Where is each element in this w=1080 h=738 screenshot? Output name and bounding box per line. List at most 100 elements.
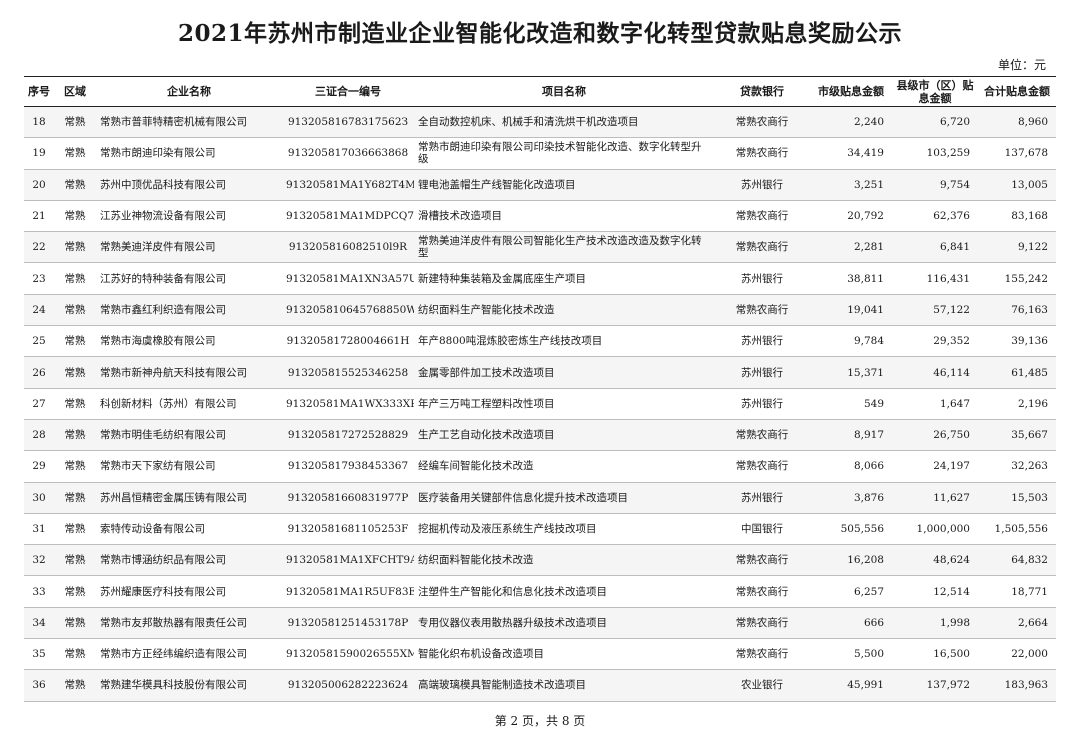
region-cell: 常熟 [54, 106, 96, 139]
company-name-cell: 索特传动设备有限公司 [96, 513, 282, 546]
company-name-cell: 苏州中顶优品科技有限公司 [96, 169, 282, 201]
company-name-cell: 江苏业神物流设备有限公司 [96, 200, 282, 233]
credit-code-cell: 91320581MA1R5UF83E [282, 575, 414, 608]
header-cell: 合计贴息金额 [978, 76, 1056, 107]
project-name-cell: 注塑件生产智能化和信息化技术改造项目 [414, 575, 714, 608]
table-row: 29 常熟 常熟市天下家纺有限公司 913205817938453367 经编车间智能化… [24, 450, 1056, 483]
credit-code-cell: 91320581681105253F [282, 513, 414, 546]
table-row: 35 常熟 常熟市方正经纬编织造有限公司 91320581590026555XM 智能化… [24, 638, 1056, 671]
region-cell: 常熟 [54, 388, 96, 420]
project-name-cell: 锂电池盖帽生产线智能化改造项目 [414, 169, 714, 201]
city-subsidy-cell: 3,251 [810, 169, 892, 201]
credit-code-cell: 91320581MA1MDPCQ71 [282, 200, 414, 233]
region-cell: 常熟 [54, 450, 96, 483]
city-subsidy-cell: 9,784 [810, 325, 892, 358]
company-name-cell: 常熟美迪洋皮件有限公司 [96, 231, 282, 264]
total-subsidy-cell: 61,485 [978, 356, 1056, 389]
total-subsidy-cell: 22,000 [978, 638, 1056, 671]
total-subsidy-cell: 83,168 [978, 200, 1056, 233]
county-subsidy-cell: 6,841 [892, 231, 978, 264]
project-name-cell: 专用仪器仪表用散热器升级技术改造项目 [414, 607, 714, 640]
company-name-cell: 常熟市方正经纬编织造有限公司 [96, 638, 282, 671]
company-name-cell: 常熟市鑫红利织造有限公司 [96, 294, 282, 327]
project-name-cell: 高端玻璃模具智能制造技术改造项目 [414, 669, 714, 702]
company-name-cell: 苏州耀康医疗科技有限公司 [96, 575, 282, 608]
project-name-cell: 新建特种集装箱及金属底座生产项目 [414, 262, 714, 295]
region-cell: 常熟 [54, 607, 96, 640]
table-row: 31 常熟 索特传动设备有限公司 91320581681105253F 挖掘机传动及液压… [24, 513, 1056, 546]
header-cell: 序号 [24, 76, 54, 107]
credit-code-cell: 913205815525346258 [282, 356, 414, 389]
row-number-cell: 28 [24, 419, 54, 452]
bank-cell: 苏州银行 [714, 388, 810, 420]
city-subsidy-cell: 3,876 [810, 482, 892, 514]
project-name-cell: 滑槽技术改造项目 [414, 200, 714, 233]
region-cell: 常熟 [54, 262, 96, 295]
city-subsidy-cell: 5,500 [810, 638, 892, 671]
bank-cell: 农业银行 [714, 669, 810, 702]
header-cell: 企业名称 [96, 76, 282, 107]
project-name-cell: 经编车间智能化技术改造 [414, 450, 714, 483]
bank-cell: 常熟农商行 [714, 106, 810, 139]
company-name-cell: 常熟市天下家纺有限公司 [96, 450, 282, 483]
city-subsidy-cell: 2,281 [810, 231, 892, 264]
city-subsidy-cell: 2,240 [810, 106, 892, 139]
region-cell: 常熟 [54, 356, 96, 389]
county-subsidy-cell: 24,197 [892, 450, 978, 483]
region-cell: 常熟 [54, 575, 96, 608]
credit-code-cell: 913205817272528829 [282, 419, 414, 452]
table-row: 19 常熟 常熟市朗迪印染有限公司 913205817036663868 常熟市朗迪印染… [24, 137, 1056, 170]
county-subsidy-cell: 62,376 [892, 200, 978, 233]
bank-cell: 常熟农商行 [714, 544, 810, 577]
table-row: 21 常熟 江苏业神物流设备有限公司 91320581MA1MDPCQ71 滑槽技术改造… [24, 200, 1056, 233]
credit-code-cell: 91320581MA1WX333XR [282, 388, 414, 420]
company-name-cell: 常熟市海虞橡胶有限公司 [96, 325, 282, 358]
bank-cell: 苏州银行 [714, 325, 810, 358]
company-name-cell: 常熟市明佳毛纺织有限公司 [96, 419, 282, 452]
county-subsidy-cell: 6,720 [892, 106, 978, 139]
table-header-row: 序号 区域 企业名称 三证合一编号 项目名称 贷款银行 市级贴息金额 县级市（区… [24, 76, 1056, 107]
row-number-cell: 29 [24, 450, 54, 483]
county-subsidy-cell: 9,754 [892, 169, 978, 201]
table-row: 18 常熟 常熟市普菲特精密机械有限公司 91320581678317562З 全自动数… [24, 106, 1056, 139]
row-number-cell: 25 [24, 325, 54, 358]
company-name-cell: 常熟建华模具科技股份有限公司 [96, 669, 282, 702]
row-number-cell: 26 [24, 356, 54, 389]
row-number-cell: 22 [24, 231, 54, 264]
row-number-cell: 34 [24, 607, 54, 640]
row-number-cell: 24 [24, 294, 54, 327]
project-name-cell: 纺织面料生产智能化技术改造 [414, 294, 714, 327]
total-subsidy-cell: 18,771 [978, 575, 1056, 608]
county-subsidy-cell: 116,431 [892, 262, 978, 295]
project-name-cell: 挖掘机传动及液压系统生产线技改项目 [414, 513, 714, 546]
header-cell: 项目名称 [414, 76, 714, 107]
county-subsidy-cell: 48,624 [892, 544, 978, 577]
region-cell: 常熟 [54, 482, 96, 514]
company-name-cell: 科创新材料（苏州）有限公司 [96, 388, 282, 420]
bank-cell: 常熟农商行 [714, 294, 810, 327]
bank-cell: 常熟农商行 [714, 638, 810, 671]
row-number-cell: 27 [24, 388, 54, 420]
total-subsidy-cell: 2,196 [978, 388, 1056, 420]
total-subsidy-cell: 32,263 [978, 450, 1056, 483]
region-cell: 常熟 [54, 325, 96, 358]
city-subsidy-cell: 45,991 [810, 669, 892, 702]
row-number-cell: 35 [24, 638, 54, 671]
table-row: 20 常熟 苏州中顶优品科技有限公司 91320581MA1Y682T4M 锂电池盖帽生… [24, 169, 1056, 201]
total-subsidy-cell: 15,503 [978, 482, 1056, 514]
table-row: 24 常熟 常熟市鑫红利织造有限公司 913205810645768850W 纺织面料生… [24, 294, 1056, 327]
row-number-cell: 33 [24, 575, 54, 608]
region-cell: 常熟 [54, 638, 96, 671]
credit-code-cell: 91320581MA1XN3A57U [282, 262, 414, 295]
total-subsidy-cell: 1,505,556 [978, 513, 1056, 546]
bank-cell: 常熟农商行 [714, 200, 810, 233]
total-subsidy-cell: 64,832 [978, 544, 1056, 577]
project-name-cell: 医疗装备用关键部件信息化提升技术改造项目 [414, 482, 714, 514]
document-page: 2021年苏州市制造业企业智能化改造和数字化转型贷款贴息奖励公示 单位：元 序号… [0, 0, 1080, 738]
table-row: 25 常熟 常熟市海虞橡胶有限公司 91320581728004661H 年产8800吨… [24, 325, 1056, 358]
region-cell: 常熟 [54, 513, 96, 546]
bank-cell: 常熟农商行 [714, 607, 810, 640]
company-name-cell: 苏州昌恒精密金属压铸有限公司 [96, 482, 282, 514]
city-subsidy-cell: 20,792 [810, 200, 892, 233]
project-name-cell: 纺织面料智能化技术改造 [414, 544, 714, 577]
